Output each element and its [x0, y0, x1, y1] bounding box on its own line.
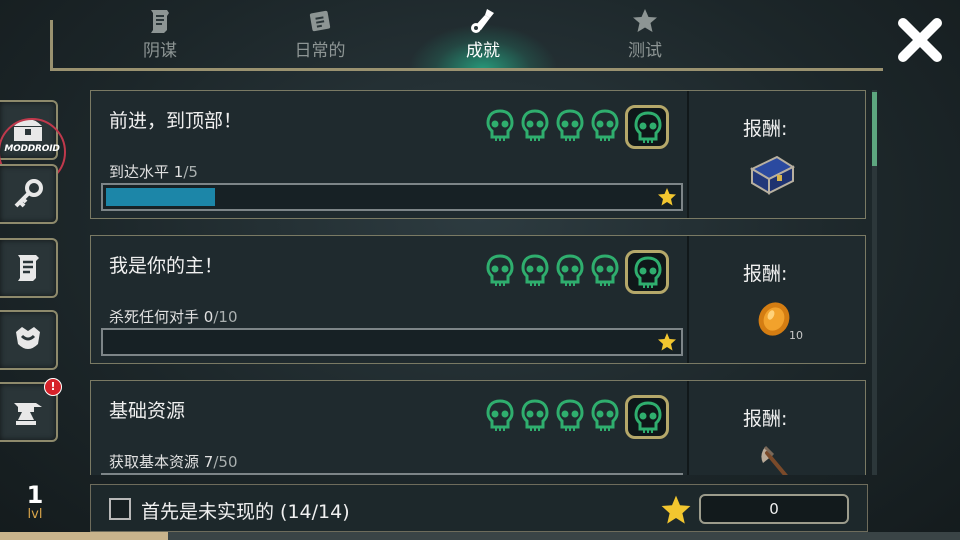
tab-conspiracy[interactable]: 阴谋	[95, 4, 225, 64]
calendar-icon	[255, 6, 385, 36]
skull-icon	[485, 254, 515, 292]
tab-label: 测试	[628, 41, 662, 61]
skull-icon	[590, 254, 620, 292]
sidebar-armor-button[interactable]	[0, 310, 58, 370]
achievement-progress-bar	[101, 183, 683, 211]
skull-icon	[555, 254, 585, 292]
task-text: 到达水平	[109, 163, 170, 181]
skull-icon	[485, 109, 515, 147]
tab-label: 阴谋	[143, 41, 177, 61]
skull-icon	[590, 399, 620, 437]
alert-badge: !	[44, 378, 62, 396]
level-label: lvl	[27, 507, 43, 522]
achievement-task: 到达水平 1/5	[109, 161, 198, 182]
task-total: /5	[183, 163, 198, 181]
achievement-list[interactable]: 前进，到顶部！ 到达水平 1/5 报酬: 我是你的主！ 杀死任何对手 0/10 …	[90, 90, 868, 475]
skull-icon	[555, 399, 585, 437]
skull-icon	[555, 109, 585, 147]
task-text: 杀死任何对手	[109, 308, 200, 326]
task-total: /10	[213, 308, 238, 326]
anvil-icon	[14, 403, 42, 425]
skull-icon	[520, 109, 550, 147]
star-icon	[580, 6, 710, 36]
reward-count: 10	[789, 329, 803, 342]
watermark-text: MODDROID	[4, 144, 60, 154]
achievement-card: 我是你的主！ 杀死任何对手 0/10 报酬: 10	[90, 235, 866, 364]
scroll-icon	[95, 6, 225, 36]
tab-test[interactable]: 测试	[580, 4, 710, 64]
list-scrollbar[interactable]	[872, 90, 877, 475]
tab-achievements[interactable]: 成就	[408, 4, 558, 70]
task-current: 7	[203, 453, 214, 471]
top-tab-bar: 阴谋 日常的 成就 测试	[50, 0, 883, 71]
achievement-card: 基础资源 获取基本资源 7/50 报酬:	[90, 380, 866, 475]
achievement-score: 0	[699, 494, 849, 524]
achievement-task: 获取基本资源 7/50	[109, 451, 237, 472]
scrollbar-thumb[interactable]	[872, 92, 877, 166]
star-icon	[658, 188, 676, 206]
close-icon	[898, 18, 942, 62]
reward-label: 报酬:	[743, 408, 788, 430]
achievement-progress-bar	[101, 473, 683, 475]
achievement-progress-bar	[101, 328, 683, 356]
tab-label: 成就	[466, 41, 500, 61]
scroll-icon	[18, 255, 39, 281]
coin-icon	[755, 300, 793, 342]
achievement-title: 前进，到顶部！	[109, 110, 243, 132]
skull-icon	[625, 250, 669, 294]
star-icon	[661, 495, 691, 524]
reward-label: 报酬:	[743, 263, 788, 285]
trophy-icon	[418, 6, 548, 36]
progress-fill	[106, 188, 215, 206]
tab-label: 日常的	[294, 41, 346, 61]
filter-label: 首先是未实现的 (14/14)	[141, 501, 350, 523]
xp-bar-fill	[0, 532, 168, 540]
player-level: 1 lvl	[24, 482, 46, 522]
star-icon	[658, 333, 676, 351]
skull-icon	[625, 395, 669, 439]
skull-icon	[590, 109, 620, 147]
level-number: 1	[26, 481, 44, 509]
achievement-title: 我是你的主！	[109, 255, 224, 277]
skull-icon	[485, 399, 515, 437]
axe-icon	[755, 441, 795, 475]
achievement-task: 杀死任何对手 0/10	[109, 306, 237, 327]
task-current: 1	[173, 163, 184, 181]
treasure-chest-icon	[747, 151, 797, 201]
task-current: 0	[203, 308, 214, 326]
skull-icon	[520, 254, 550, 292]
filter-bar: 首先是未实现的 (14/14) 0	[90, 484, 868, 532]
sidebar-key-button[interactable]	[0, 164, 58, 224]
tab-daily[interactable]: 日常的	[255, 4, 385, 64]
task-text: 获取基本资源	[109, 453, 200, 471]
close-button[interactable]	[895, 15, 945, 65]
unfinished-first-checkbox[interactable]	[109, 498, 131, 520]
key-icon	[14, 179, 43, 208]
sidebar-quests-button[interactable]	[0, 238, 58, 298]
xp-bar	[0, 532, 960, 540]
achievement-card: 前进，到顶部！ 到达水平 1/5 报酬:	[90, 90, 866, 219]
reward-label: 报酬:	[743, 118, 788, 140]
task-total: /50	[213, 453, 238, 471]
armor-icon	[16, 327, 40, 349]
achievement-title: 基础资源	[109, 400, 186, 422]
skull-icon	[520, 399, 550, 437]
skull-icon	[625, 105, 669, 149]
